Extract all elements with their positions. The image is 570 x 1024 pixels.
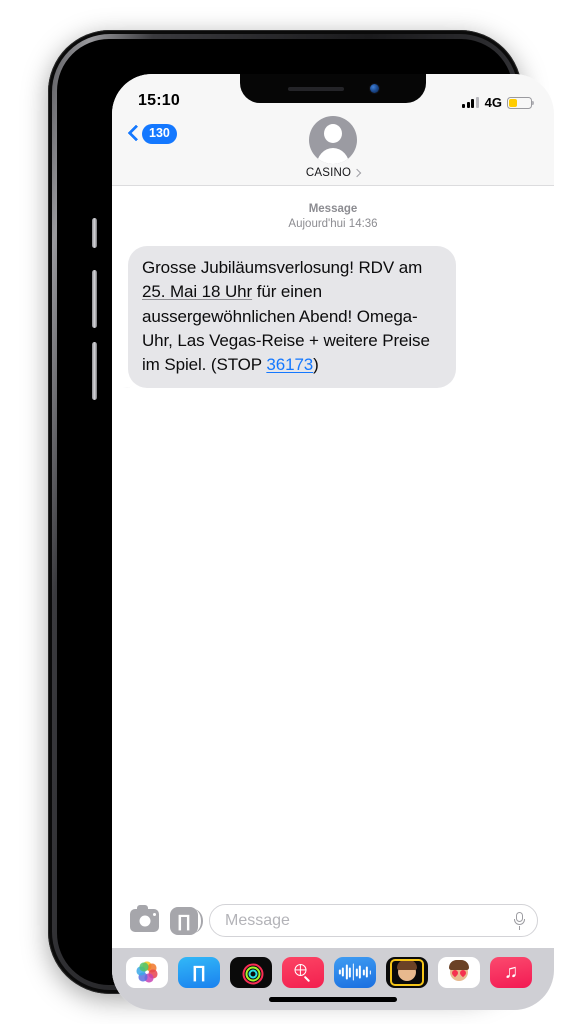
avatar-body xyxy=(316,148,350,164)
signal-bars-icon xyxy=(462,97,479,108)
camera-flash-dot xyxy=(153,913,156,916)
home-indicator[interactable] xyxy=(269,997,397,1002)
phone-device-frame: 15:10 4G 130 CASINO Message Aujourd'hui … xyxy=(48,30,554,1010)
thread-meta-timestamp: Aujourd'hui 14:36 xyxy=(288,218,378,231)
globe-magnifier-glyph xyxy=(294,964,313,983)
notch xyxy=(240,74,426,103)
message-bubble-incoming[interactable]: Grosse Jubiläumsverlosung! RDV am 25. Ma… xyxy=(128,246,456,388)
message-row: Grosse Jubiläumsverlosung! RDV am 25. Ma… xyxy=(128,246,538,388)
audio-waveform-glyph xyxy=(338,963,372,981)
memoji-app-icon[interactable] xyxy=(386,956,428,988)
globe-shape xyxy=(294,964,307,976)
app-drawer-row: ∏ ♫ xyxy=(112,955,554,989)
app-store-app-icon[interactable]: ∏ xyxy=(178,956,220,988)
status-bar-time: 15:10 xyxy=(138,92,180,109)
network-type-label: 4G xyxy=(484,95,502,110)
volume-up-button[interactable] xyxy=(92,270,97,328)
contact-name-row: CASINO xyxy=(305,167,362,179)
avatar xyxy=(309,116,357,164)
silent-switch-button[interactable] xyxy=(92,218,97,248)
conversation-thread: Message Aujourd'hui 14:36 Grosse Jubiläu… xyxy=(112,186,554,894)
message-text-part-1: Grosse Jubiläumsverlosung! RDV am xyxy=(142,258,423,278)
fitness-rings-app-icon[interactable] xyxy=(230,956,272,988)
audio-message-app-icon[interactable] xyxy=(334,956,376,988)
microphone-icon[interactable] xyxy=(514,911,525,930)
unread-count-badge: 130 xyxy=(142,124,177,144)
message-text-part-3: ) xyxy=(313,354,319,374)
avatar-head xyxy=(324,124,342,143)
camera-icon[interactable] xyxy=(130,905,159,932)
app-store-a-glyph: ∏ xyxy=(192,962,206,982)
mic-arc xyxy=(514,918,525,925)
activity-rings-glyph xyxy=(242,963,264,985)
battery-fill xyxy=(509,98,517,107)
memoji-capture-frame xyxy=(390,958,424,986)
imessage-app-drawer: ∏ ♫ xyxy=(112,948,554,1010)
volume-down-button[interactable] xyxy=(92,342,97,400)
front-camera-icon xyxy=(369,84,379,93)
mic-stem xyxy=(518,925,521,930)
images-search-app-icon[interactable] xyxy=(282,956,324,988)
memoji-heart-eyes-glyph xyxy=(450,968,468,978)
music-app-icon[interactable]: ♫ xyxy=(490,956,532,988)
thread-meta-kind: Message xyxy=(308,203,358,215)
earpiece-speaker-icon xyxy=(287,86,344,91)
photos-pinwheel-glyph xyxy=(136,961,158,983)
conversation-nav-header: 130 CASINO xyxy=(112,114,554,186)
phone-screen: 15:10 4G 130 CASINO Message Aujourd'hui … xyxy=(112,74,554,1010)
magnifier-handle xyxy=(303,975,311,983)
app-store-glyph: ∏ xyxy=(177,911,191,930)
chevron-right-icon xyxy=(352,168,362,178)
app-store-icon[interactable]: ∏ xyxy=(170,906,203,935)
battery-icon xyxy=(507,96,534,109)
message-input-placeholder: Message xyxy=(225,911,290,929)
detected-shortcode-link[interactable]: 36173 xyxy=(266,355,313,374)
music-note-glyph: ♫ xyxy=(503,961,519,983)
contact-name: CASINO xyxy=(305,167,352,179)
chevron-left-icon xyxy=(128,124,140,144)
contact-header[interactable]: CASINO xyxy=(112,116,554,179)
thread-meta: Message Aujourd'hui 14:36 xyxy=(128,202,538,232)
message-input-field[interactable]: Message xyxy=(209,904,538,937)
detected-date-link[interactable]: 25. Mai 18 Uhr xyxy=(142,282,252,301)
memoji-stickers-app-icon[interactable] xyxy=(438,956,480,988)
status-bar-indicators: 4G xyxy=(462,95,534,110)
back-button[interactable]: 130 xyxy=(128,124,177,144)
photos-app-icon[interactable] xyxy=(126,956,168,988)
message-input-bar: ∏ Message xyxy=(112,894,554,948)
